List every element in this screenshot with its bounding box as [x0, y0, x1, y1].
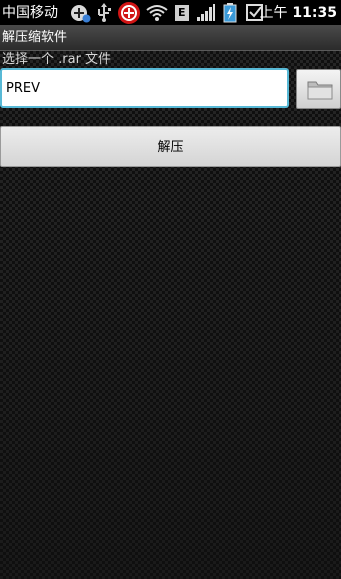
folder-icon	[307, 81, 333, 100]
clock-ampm: 上午	[259, 5, 288, 21]
file-prompt-label: 选择一个 .rar 文件	[2, 52, 112, 67]
network-type-label: E	[178, 6, 186, 19]
wifi-icon	[146, 5, 168, 21]
browse-folder-button[interactable]	[296, 69, 341, 109]
extract-button[interactable]: 解压	[0, 126, 341, 167]
add-notification-icon	[71, 5, 91, 23]
app-title-bar: 解压缩软件	[0, 25, 341, 51]
security-app-icon	[118, 2, 140, 24]
app-title: 解压缩软件	[2, 30, 68, 45]
usb-icon	[98, 3, 111, 22]
clock: 上午 11:35	[260, 3, 337, 23]
status-bar: 中国移动 E 上午 11:35	[0, 0, 341, 25]
battery-icon	[223, 3, 237, 23]
clock-time: 11:35	[292, 5, 337, 21]
signal-icon	[197, 4, 215, 21]
file-path-input[interactable]	[0, 68, 289, 108]
carrier-name: 中国移动	[2, 5, 58, 21]
